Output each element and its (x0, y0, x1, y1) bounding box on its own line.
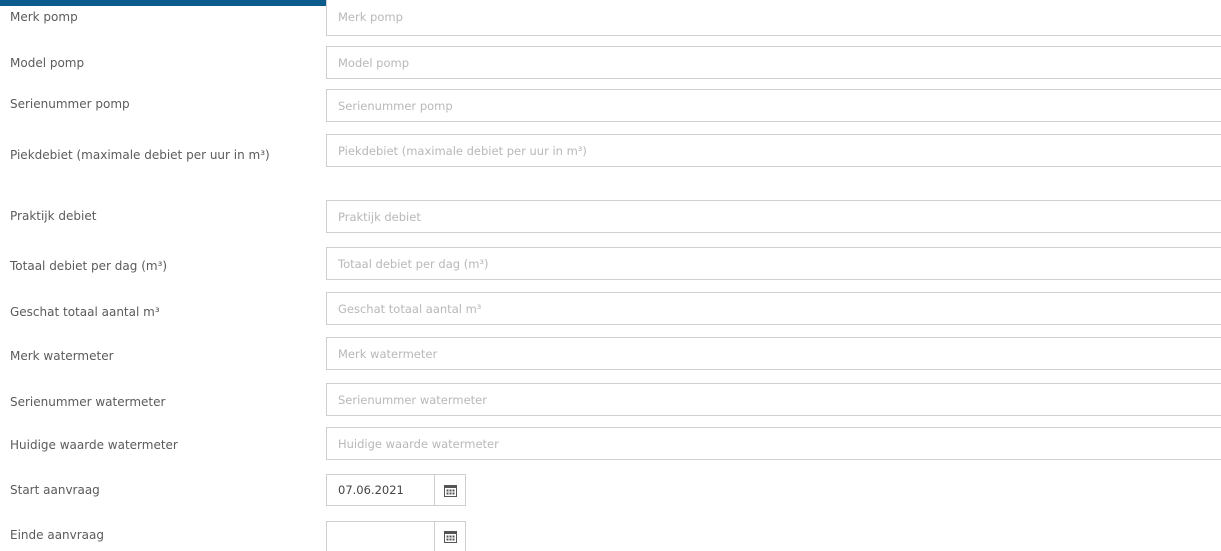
label-merk-watermeter: Merk watermeter (10, 349, 114, 363)
huidige-waarde-input[interactable] (326, 427, 1221, 460)
label-geschat-totaal: Geschat totaal aantal m³ (10, 305, 160, 319)
piekdebiet-input[interactable] (326, 134, 1221, 167)
label-totaal-debiet: Totaal debiet per dag (m³) (10, 259, 168, 273)
label-praktijk-debiet: Praktijk debiet (10, 209, 97, 223)
praktijk-debiet-input[interactable] (326, 200, 1221, 233)
geschat-totaal-input[interactable] (326, 292, 1221, 325)
end-date-picker (326, 521, 466, 551)
serienummer-watermeter-input[interactable] (326, 383, 1221, 416)
label-einde-aanvraag: Einde aanvraag (10, 528, 105, 542)
merk-watermeter-input[interactable] (326, 337, 1221, 370)
label-model-pomp: Model pomp (10, 56, 85, 70)
model-pomp-input[interactable] (326, 46, 1221, 79)
label-serienummer-watermeter: Serienummer watermeter (10, 395, 166, 409)
label-serienummer-pomp: Serienummer pomp (10, 97, 130, 111)
calendar-icon[interactable] (434, 475, 465, 505)
serienummer-pomp-input[interactable] (326, 89, 1221, 122)
label-piekdebiet: Piekdebiet (maximale debiet per uur in m… (10, 148, 270, 162)
end-date-input[interactable] (327, 522, 434, 551)
totaal-debiet-input[interactable] (326, 247, 1221, 280)
label-start-aanvraag: Start aanvraag (10, 483, 100, 497)
start-date-picker (326, 474, 466, 506)
merk-pomp-input[interactable] (326, 0, 1221, 36)
label-huidige-waarde: Huidige waarde watermeter (10, 438, 178, 452)
label-merk-pomp: Merk pomp (10, 10, 78, 24)
start-date-input[interactable] (327, 475, 434, 505)
calendar-icon[interactable] (434, 522, 465, 551)
